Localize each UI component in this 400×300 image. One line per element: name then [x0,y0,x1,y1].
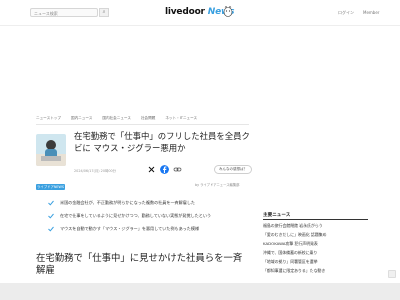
article-title: 在宅勤務で「仕事中」のフリした社員を全員クビに マウス・ジグラー悪用か [74,131,250,153]
breadcrumb-divider [36,124,249,125]
article-heading: 在宅勤務で「仕事中」に見せかけた社員らを一斉解雇 [36,253,243,276]
scroll-to-top-button[interactable] [388,270,396,278]
share-reaction-button[interactable]: みんなの感想は？ [214,165,252,174]
key-point: マウスを自動で動かす「マウス・ジグラー」を悪用していた例もあった模様 [60,226,200,231]
mascot-icon [223,5,233,17]
breadcrumb-item[interactable]: 社会問題 [141,116,155,121]
check-icon [48,213,54,219]
breadcrumb-item[interactable]: 国内社会ニュース [102,116,131,121]
article-source: by ライブドアニュース編集部 [195,183,240,187]
breadcrumb-item[interactable]: ネット・ITニュース [165,116,197,121]
key-point: 在宅で仕事をしているように見せかけつつ、勤務していない実態が発覚したという [60,213,212,218]
x-icon[interactable] [147,165,156,174]
site-header: ニュース検索 ⌕ livedoor News ログイン Member [0,0,400,24]
sidebar-title: 主要ニュース [263,213,291,218]
member-link[interactable]: Member [363,10,379,15]
facebook-icon[interactable] [160,165,169,174]
breadcrumb-item[interactable]: ニューストップ [36,116,61,121]
search-input[interactable]: ニュース検索 [30,8,98,17]
check-icon [48,200,54,206]
article-date: 2024/06/17(月) 20時00分 [74,169,117,173]
login-link[interactable]: ログイン [338,10,354,16]
sidebar-news-item[interactable]: 「地域の拠り」同署管区を選挙 [263,259,368,265]
sidebar-news-item[interactable]: 「都知事選に限定ありる」たな動き [263,268,368,274]
check-icon [48,226,54,232]
sidebar-news-item[interactable]: 「愛のむきだしに」映画化 話題集め [263,232,368,238]
logo-main: livedoor [165,7,205,17]
key-point: 米国の金融会社が、不正勤務が明らかになった複数の社員を一斉解雇した [60,200,196,205]
search-button[interactable]: ⌕ [99,8,109,17]
category-tag[interactable]: ライブドアNEWS [36,184,65,190]
sidebar-news-item[interactable]: 福島の旅行会館閉館 岩永氏がらう [263,223,368,229]
sidebar-divider [263,219,368,220]
breadcrumb-item[interactable]: 国内ニュース [71,116,92,121]
header-divider [0,25,400,26]
sidebar-news-item[interactable]: 沖縄で、国体備蓄の新校に乗り [263,250,368,256]
article-thumbnail [36,134,66,166]
breadcrumb: ニューストップ 国内ニュース 国内社会ニュース 社会問題 ネット・ITニュース [36,116,197,121]
link-icon[interactable] [173,165,182,174]
page-bottom-band [0,283,400,300]
sidebar-news-item[interactable]: KADOKAWA攻撃 犯行声明発表 [263,241,368,247]
